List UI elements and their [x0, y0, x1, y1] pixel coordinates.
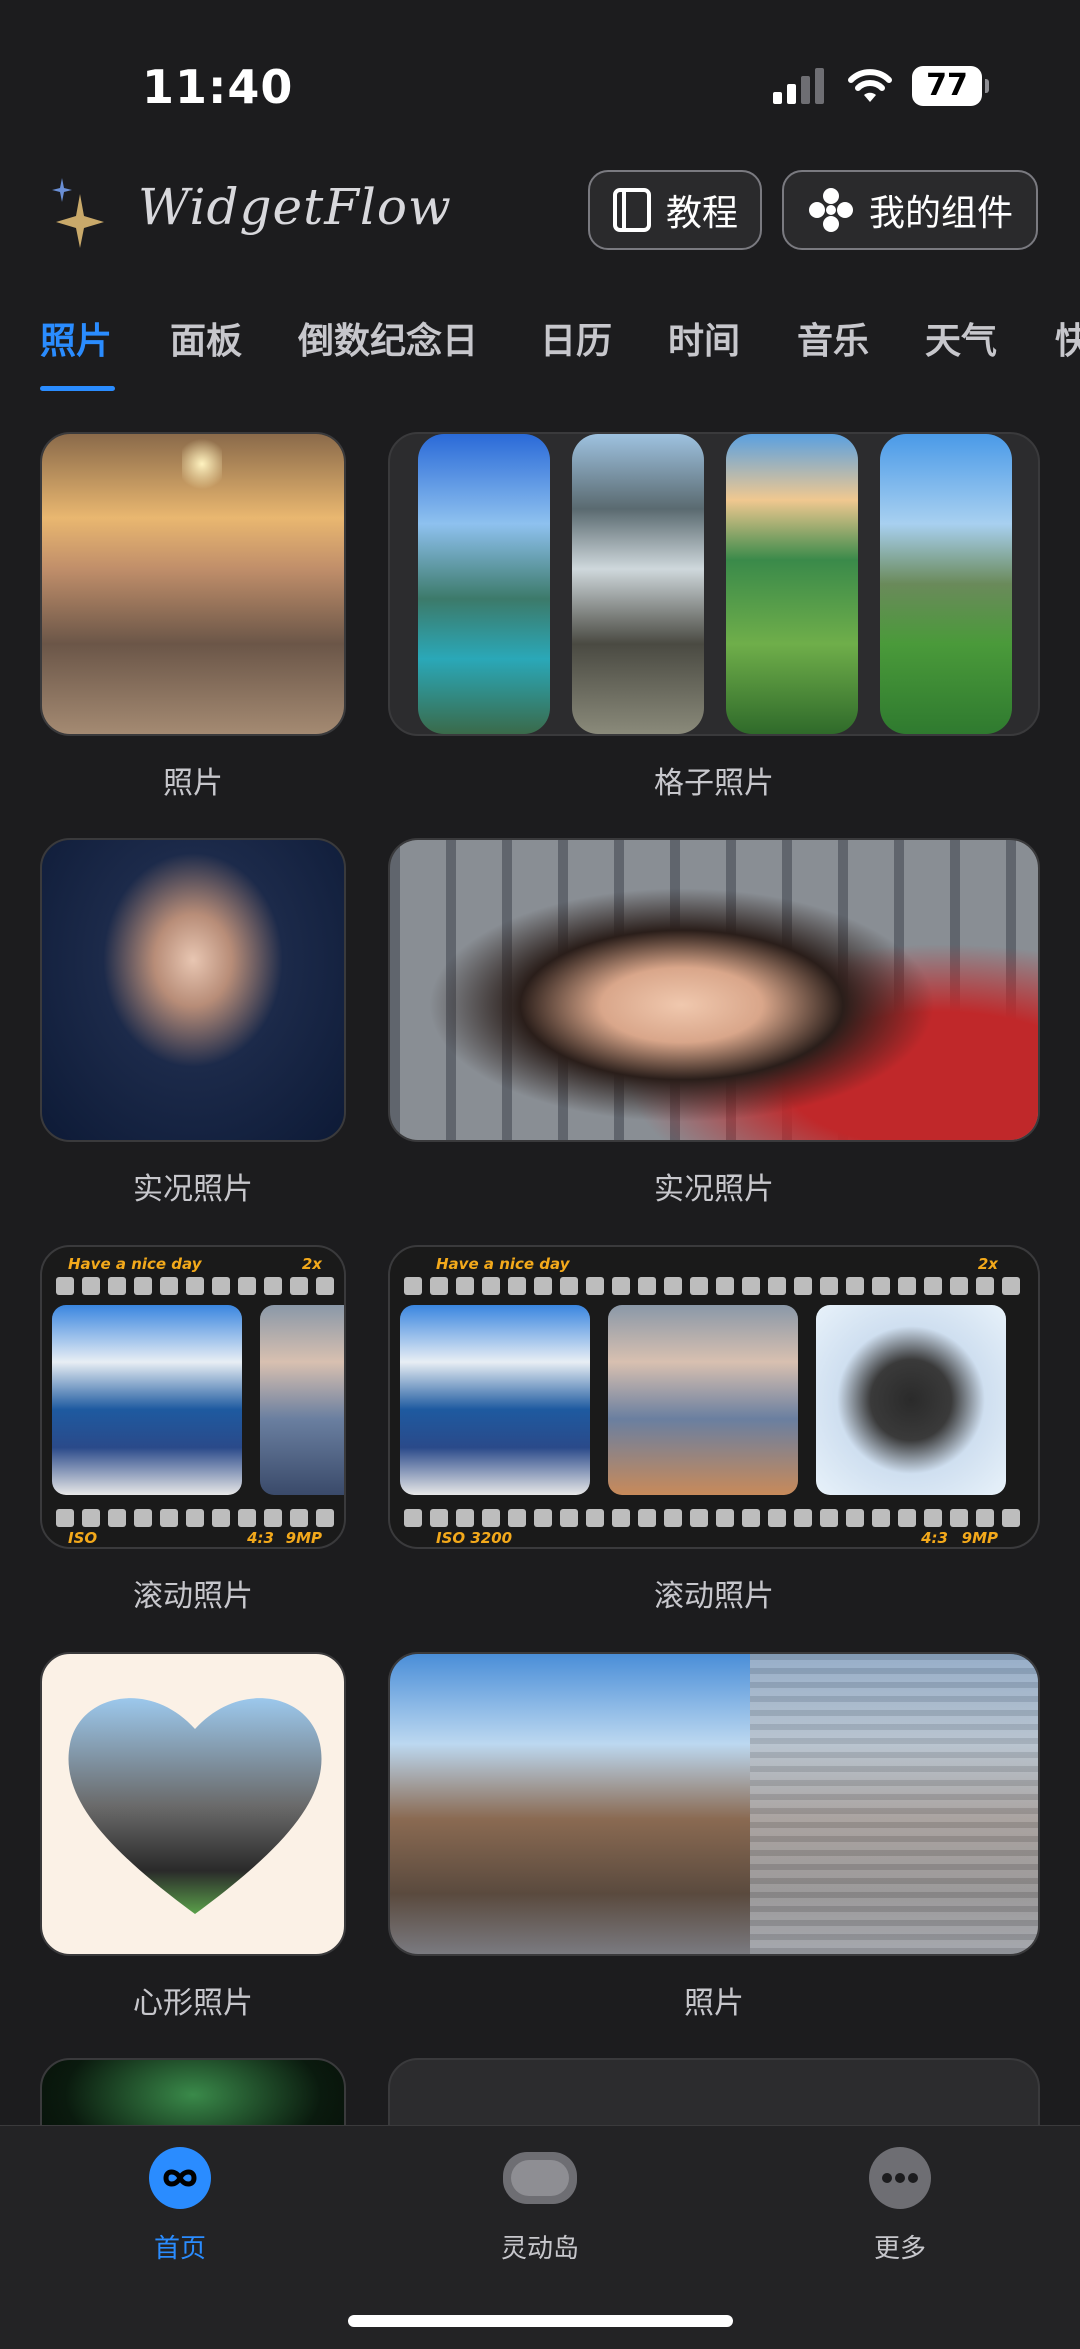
widget-caption: 照片 [163, 766, 223, 801]
widget-caption: 滚动照片 [133, 1579, 253, 1614]
widget-caption: 实况照片 [654, 1172, 774, 1207]
category-tabs: 照片 面板 倒数纪念日 日历 时间 音乐 天气 快 [0, 312, 1080, 392]
film-frame-1 [400, 1305, 590, 1495]
active-tab-indicator [40, 386, 115, 391]
widget-caption: 实况照片 [133, 1172, 253, 1207]
widgets-icon [808, 188, 853, 232]
tab-weather[interactable]: 天气 [925, 312, 997, 364]
scroll-photo-widget-small[interactable]: Have a nice day 2x ISO 4:3 9MP [40, 1245, 346, 1549]
tab-countdown[interactable]: 倒数纪念日 [298, 312, 478, 364]
heart-photo [68, 1698, 322, 1914]
grid-photo-3 [726, 434, 858, 734]
film-frame-2 [260, 1305, 344, 1495]
tab-panel[interactable]: 面板 [170, 312, 242, 364]
nav-island-label: 灵动岛 [500, 2234, 579, 2264]
tab-time[interactable]: 时间 [668, 312, 740, 364]
tab-calendar[interactable]: 日历 [540, 312, 612, 364]
film-frame-1 [52, 1305, 242, 1495]
portrait-photo [42, 840, 344, 1140]
signal-icon [773, 68, 824, 104]
live-photo-widget-wide[interactable] [388, 838, 1040, 1142]
sparkle-icon [52, 178, 104, 248]
infinity-icon [149, 2147, 211, 2209]
book-icon [612, 188, 651, 232]
ellipsis-icon [869, 2147, 931, 2209]
status-time: 11:40 [142, 60, 294, 114]
film-frame-2 [608, 1305, 798, 1495]
widget-caption: 心形照片 [133, 1986, 253, 2021]
heart-photo-widget[interactable] [40, 1652, 346, 1956]
widget-caption: 格子照片 [654, 766, 774, 801]
nav-more[interactable]: 更多 [800, 2140, 1000, 2265]
nav-home[interactable]: 首页 [80, 2140, 280, 2265]
photo-widget-wide[interactable] [388, 1652, 1040, 1956]
tutorial-label: 教程 [665, 193, 738, 234]
tab-music[interactable]: 音乐 [797, 312, 869, 364]
nav-more-label: 更多 [873, 2234, 926, 2264]
pill-icon [503, 2152, 577, 2204]
grid-photo-widget[interactable] [388, 432, 1040, 736]
grid-photo-2 [572, 434, 704, 734]
live-photo-widget-small[interactable] [40, 838, 346, 1142]
film-frame-3 [816, 1305, 1006, 1495]
tab-photos[interactable]: 照片 [40, 312, 112, 364]
widget-caption: 照片 [684, 1986, 744, 2021]
grid-photo-1 [418, 434, 550, 734]
home-indicator [348, 2315, 733, 2327]
wifi-icon [848, 69, 892, 102]
grid-photo-4 [880, 434, 1012, 734]
nav-dynamic-island[interactable]: 灵动岛 [440, 2140, 640, 2265]
scroll-photo-widget-wide[interactable]: Have a nice day 2x ISO 3200 4:3 9MP [388, 1245, 1040, 1549]
battery-indicator: 77 [912, 66, 989, 106]
tab-more-cut[interactable]: 快 [1055, 312, 1080, 364]
nav-home-label: 首页 [153, 2234, 206, 2264]
app-brand: WidgetFlow [138, 178, 452, 236]
widget-caption: 滚动照片 [654, 1579, 774, 1614]
my-widgets-button[interactable]: 我的组件 [782, 170, 1038, 250]
child-photo [390, 840, 1038, 1140]
tutorial-button[interactable]: 教程 [588, 170, 762, 250]
photo-widget-small[interactable] [40, 432, 346, 736]
my-widgets-label: 我的组件 [868, 193, 1013, 234]
